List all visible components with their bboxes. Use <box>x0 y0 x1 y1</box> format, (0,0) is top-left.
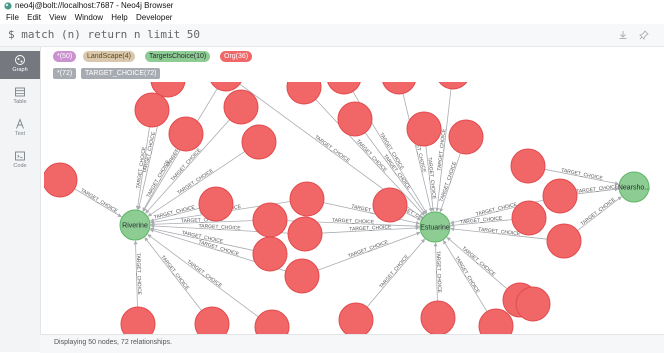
relationship-label: TARGET_CHOICE <box>198 223 241 231</box>
org-node[interactable] <box>511 200 547 236</box>
graph-visualization[interactable]: TARGET_CHOICETARGET_CHOICE TARGET_CHOICET… <box>44 82 664 334</box>
query-text[interactable]: $ match (n) return n limit 50 <box>8 27 200 43</box>
graph-legend: *(50) LandScape(4) TargetsChoice(10) Org… <box>44 48 664 82</box>
org-node[interactable] <box>372 187 408 223</box>
org-node[interactable] <box>252 236 288 272</box>
org-node[interactable] <box>241 124 277 160</box>
org-node[interactable] <box>338 302 374 334</box>
menu-view[interactable]: View <box>49 12 66 24</box>
org-node[interactable] <box>478 308 514 334</box>
status-text: Displaying 50 nodes, 72 relationships. <box>54 339 172 346</box>
org-node[interactable] <box>252 202 288 238</box>
relationship-label: TARGET_CHOICE <box>79 188 119 215</box>
org-node[interactable] <box>194 306 230 334</box>
menu-developer[interactable]: Developer <box>136 12 172 24</box>
neo4j-app-icon <box>4 2 12 10</box>
org-node[interactable] <box>254 309 290 334</box>
relationship-label: TARGET_CHOICE <box>332 218 375 226</box>
org-node[interactable] <box>209 82 243 92</box>
graph-icon <box>15 55 25 65</box>
label-badge-org[interactable]: Org(36) <box>220 51 253 62</box>
rel-badge-all[interactable]: *(72) <box>53 68 77 79</box>
menu-edit[interactable]: Edit <box>27 12 41 24</box>
org-node[interactable] <box>284 258 320 294</box>
org-node[interactable] <box>198 186 234 222</box>
download-icon[interactable] <box>617 29 629 41</box>
sidebar-item-code[interactable]: Code <box>0 147 40 175</box>
text-icon <box>16 118 24 129</box>
org-node[interactable] <box>510 148 546 184</box>
org-node[interactable] <box>287 216 323 252</box>
label-badge-targetschoice[interactable]: TargetsChoice(10) <box>145 51 211 62</box>
hub-label-nearshore: Nearsho... <box>618 185 650 192</box>
org-node[interactable] <box>327 82 361 95</box>
relationship-label: TARGET_CHOICE <box>347 239 389 259</box>
org-node[interactable] <box>134 92 170 128</box>
status-bar: Displaying 50 nodes, 72 relationships. <box>40 334 664 353</box>
label-badge-landscape[interactable]: LandScape(4) <box>83 51 135 62</box>
menu-bar: File Edit View Window Help Developer <box>0 12 664 24</box>
org-node[interactable] <box>337 101 373 137</box>
org-node[interactable] <box>382 82 416 95</box>
org-node[interactable] <box>436 82 470 90</box>
relationship-label: TARGET_CHOICE <box>135 253 142 296</box>
sidebar-item-label: Text <box>14 131 26 137</box>
relationship-label: TARGET_CHOICE <box>478 227 521 238</box>
relationship-label: TARGET_CHOICE <box>576 184 619 195</box>
sidebar-item-label: Table <box>13 99 27 105</box>
org-node[interactable] <box>289 181 325 217</box>
relationship-label: TARGET_CHOICE <box>460 215 503 225</box>
code-icon <box>15 151 25 161</box>
title-bar: neo4j@bolt://localhost:7687 - Neo4j Brow… <box>0 0 664 12</box>
graph-canvas[interactable]: TARGET_CHOICE TARGET_CHOICE TARGET_CHOICE T… <box>44 82 664 334</box>
relationship-label: TARGET_CHOICE <box>426 157 437 200</box>
org-node[interactable] <box>420 300 456 334</box>
pin-icon[interactable] <box>638 29 650 41</box>
org-node[interactable] <box>286 82 322 105</box>
query-editor[interactable]: $ match (n) return n limit 50 <box>0 24 664 47</box>
relationship-label: TARGET_CHOICE <box>561 168 604 182</box>
relationship-label: TARGET_CHOICE <box>378 253 410 290</box>
menu-help[interactable]: Help <box>111 12 127 24</box>
sidebar-item-text[interactable]: Text <box>0 115 40 143</box>
rel-badge-target-choice[interactable]: TARGET_CHOICE(72) <box>81 68 161 79</box>
org-node[interactable] <box>120 306 156 334</box>
hub-label-estuarine: Estuarine <box>420 225 450 232</box>
menu-file[interactable]: File <box>6 12 19 24</box>
view-sidebar: Graph Table Text Code <box>0 47 41 352</box>
org-node[interactable] <box>546 223 582 259</box>
menu-window[interactable]: Window <box>75 12 103 24</box>
relationship-label: TARGET_CHOICE <box>313 134 351 164</box>
relationship-label: TARGET_CHOICE <box>349 224 392 232</box>
window-title: neo4j@bolt://localhost:7687 - Neo4j Brow… <box>15 1 174 10</box>
relationship-label: TARGET_CHOICE <box>435 251 442 294</box>
org-node[interactable] <box>406 111 442 147</box>
org-node[interactable] <box>542 178 578 214</box>
relationship-label: TARGET_CHOICE <box>186 259 224 289</box>
org-node[interactable] <box>448 119 484 155</box>
org-node[interactable] <box>223 89 259 125</box>
hub-label-riverine: Riverine <box>122 223 148 230</box>
label-badge-all[interactable]: *(50) <box>53 51 77 62</box>
org-node[interactable] <box>515 286 551 322</box>
relationship-label: TARGET_CHOICE <box>159 254 190 291</box>
relationship-label: TARGET_CHOICE <box>580 196 618 227</box>
sidebar-item-label: Code <box>13 163 27 169</box>
org-node[interactable] <box>44 162 78 198</box>
sidebar-item-label: Graph <box>12 67 28 73</box>
table-icon <box>15 87 25 97</box>
sidebar-item-table[interactable]: Table <box>0 83 40 111</box>
org-node[interactable] <box>168 116 204 152</box>
sidebar-item-graph[interactable]: Graph <box>0 51 40 79</box>
